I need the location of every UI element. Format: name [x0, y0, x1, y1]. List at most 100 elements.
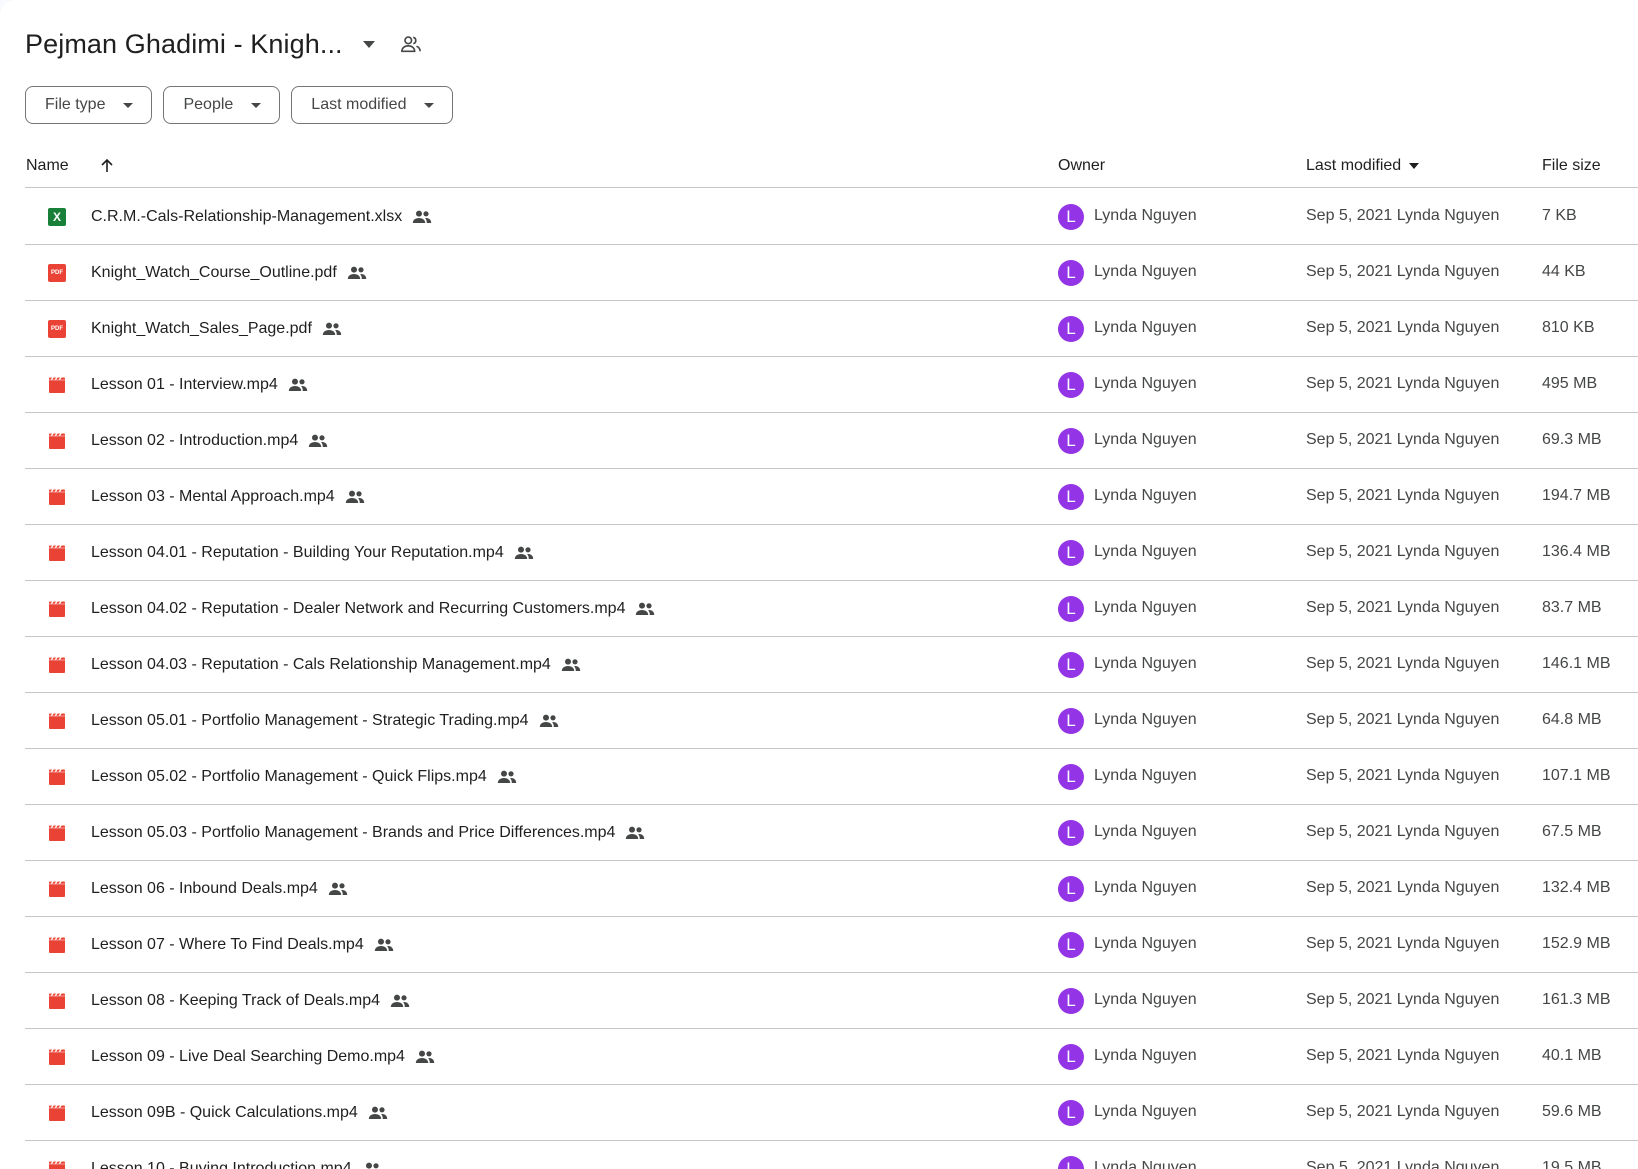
file-row[interactable]: Lesson 03 - Mental Approach.mp4 L Lynda … [25, 469, 1638, 525]
file-row[interactable]: Lesson 06 - Inbound Deals.mp4 L Lynda Ng… [25, 861, 1638, 917]
filter-last-modified-chip[interactable]: Last modified [291, 86, 454, 124]
file-size: 83.7 MB [1542, 599, 1602, 616]
file-name-text: Lesson 02 - Introduction.mp4 [91, 432, 299, 449]
file-row[interactable]: PDF Knight_Watch_Course_Outline.pdf L Ly… [25, 245, 1638, 301]
last-modified: Sep 5, 2021 Lynda Nguyen [1306, 1159, 1500, 1169]
file-row[interactable]: Lesson 05.02 - Portfolio Management - Qu… [25, 749, 1638, 805]
file-row[interactable]: Lesson 09B - Quick Calculations.mp4 L Ly… [25, 1085, 1638, 1141]
last-modified: Sep 5, 2021 Lynda Nguyen [1306, 487, 1500, 504]
file-size: 44 KB [1542, 263, 1586, 280]
owner-name: Lynda Nguyen [1094, 655, 1197, 672]
column-header-file-size[interactable]: File size [1542, 157, 1601, 175]
last-modified: Sep 5, 2021 Lynda Nguyen [1306, 263, 1500, 280]
owner-name: Lynda Nguyen [1094, 431, 1197, 448]
last-modified: Sep 5, 2021 Lynda Nguyen [1306, 543, 1500, 560]
filter-file-type-label: File type [45, 96, 106, 113]
shared-people-icon [308, 431, 328, 451]
filter-people-label: People [183, 96, 234, 113]
owner-name: Lynda Nguyen [1094, 991, 1197, 1008]
file-size: 136.4 MB [1542, 543, 1611, 560]
shared-folder-people-icon[interactable] [397, 30, 425, 58]
file-name-text: Lesson 04.01 - Reputation - Building You… [91, 544, 504, 561]
video-icon [48, 824, 66, 842]
file-size: 152.9 MB [1542, 935, 1611, 952]
file-row[interactable]: Lesson 05.03 - Portfolio Management - Br… [25, 805, 1638, 861]
file-row[interactable]: Lesson 04.03 - Reputation - Cals Relatio… [25, 637, 1638, 693]
chevron-down-icon [424, 102, 435, 108]
last-modified: Sep 5, 2021 Lynda Nguyen [1306, 823, 1500, 840]
file-name: Lesson 04.01 - Reputation - Building You… [91, 543, 534, 563]
shared-people-icon [415, 1047, 435, 1067]
file-row[interactable]: Lesson 09 - Live Deal Searching Demo.mp4… [25, 1029, 1638, 1085]
file-name: Lesson 07 - Where To Find Deals.mp4 [91, 935, 394, 955]
column-header-last-modified-label: Last modified [1306, 157, 1402, 174]
filter-people-chip[interactable]: People [163, 86, 281, 124]
video-icon [48, 1104, 66, 1122]
file-name: C.R.M.-Cals-Relationship-Management.xlsx [91, 207, 432, 227]
column-header-last-modified[interactable]: Last modified [1306, 157, 1420, 175]
shared-people-icon [635, 599, 655, 619]
video-icon [48, 544, 66, 562]
file-name-text: Lesson 05.01 - Portfolio Management - St… [91, 712, 529, 729]
last-modified: Sep 5, 2021 Lynda Nguyen [1306, 991, 1500, 1008]
last-modified: Sep 5, 2021 Lynda Nguyen [1306, 599, 1500, 616]
last-modified: Sep 5, 2021 Lynda Nguyen [1306, 375, 1500, 392]
file-name: Lesson 09B - Quick Calculations.mp4 [91, 1103, 388, 1123]
shared-people-icon [561, 655, 581, 675]
file-size: 59.6 MB [1542, 1103, 1602, 1120]
file-name: Lesson 05.02 - Portfolio Management - Qu… [91, 767, 517, 787]
video-icon [48, 432, 66, 450]
folder-menu-caret-icon[interactable] [357, 32, 381, 56]
file-row[interactable]: Lesson 10 - Buying Introduction.mp4 L Ly… [25, 1141, 1638, 1169]
file-name-text: Lesson 08 - Keeping Track of Deals.mp4 [91, 992, 381, 1009]
video-icon [48, 600, 66, 618]
video-icon [48, 768, 66, 786]
file-name: Lesson 03 - Mental Approach.mp4 [91, 487, 365, 507]
shared-people-icon [412, 207, 432, 227]
column-header-name[interactable]: Name [26, 157, 69, 175]
file-row[interactable]: Lesson 02 - Introduction.mp4 L Lynda Ngu… [25, 413, 1638, 469]
chevron-down-icon [123, 102, 134, 108]
file-list-header: Name Owner Last modified File size [25, 146, 1638, 188]
file-name-text: Lesson 06 - Inbound Deals.mp4 [91, 880, 318, 897]
file-size: 64.8 MB [1542, 711, 1602, 728]
file-name: Knight_Watch_Course_Outline.pdf [91, 263, 367, 283]
folder-title[interactable]: Pejman Ghadimi - Knigh... [25, 29, 343, 60]
last-modified: Sep 5, 2021 Lynda Nguyen [1306, 207, 1500, 224]
owner-name: Lynda Nguyen [1094, 599, 1197, 616]
sort-arrow-up-icon[interactable] [95, 154, 119, 178]
owner-avatar: L [1058, 764, 1084, 790]
file-name-text: Lesson 01 - Interview.mp4 [91, 376, 278, 393]
owner-avatar: L [1058, 876, 1084, 902]
file-row[interactable]: Lesson 04.02 - Reputation - Dealer Netwo… [25, 581, 1638, 637]
shared-people-icon [288, 375, 308, 395]
video-icon [48, 488, 66, 506]
shared-people-icon [368, 1103, 388, 1123]
shared-people-icon [374, 935, 394, 955]
file-row[interactable]: Lesson 01 - Interview.mp4 L Lynda Nguyen… [25, 357, 1638, 413]
file-row[interactable]: X C.R.M.-Cals-Relationship-Management.xl… [25, 189, 1638, 245]
file-row[interactable]: PDF Knight_Watch_Sales_Page.pdf L Lynda … [25, 301, 1638, 357]
file-name: Lesson 06 - Inbound Deals.mp4 [91, 879, 348, 899]
column-header-owner[interactable]: Owner [1058, 157, 1105, 175]
owner-name: Lynda Nguyen [1094, 879, 1197, 896]
file-row[interactable]: Lesson 05.01 - Portfolio Management - St… [25, 693, 1638, 749]
owner-avatar: L [1058, 1156, 1084, 1169]
file-name: Lesson 05.01 - Portfolio Management - St… [91, 711, 559, 731]
owner-name: Lynda Nguyen [1094, 263, 1197, 280]
filter-file-type-chip[interactable]: File type [25, 86, 153, 124]
spreadsheet-icon: X [48, 208, 66, 226]
file-size: 19.5 MB [1542, 1159, 1602, 1169]
shared-people-icon [362, 1159, 382, 1169]
owner-avatar: L [1058, 1100, 1084, 1126]
shared-people-icon [347, 263, 367, 283]
file-row[interactable]: Lesson 07 - Where To Find Deals.mp4 L Ly… [25, 917, 1638, 973]
file-row[interactable]: Lesson 08 - Keeping Track of Deals.mp4 L… [25, 973, 1638, 1029]
last-modified: Sep 5, 2021 Lynda Nguyen [1306, 1103, 1500, 1120]
shared-people-icon [514, 543, 534, 563]
file-size: 194.7 MB [1542, 487, 1611, 504]
file-row[interactable]: Lesson 04.01 - Reputation - Building You… [25, 525, 1638, 581]
shared-people-icon [328, 879, 348, 899]
owner-avatar: L [1058, 596, 1084, 622]
filter-last-modified-label: Last modified [311, 96, 407, 113]
